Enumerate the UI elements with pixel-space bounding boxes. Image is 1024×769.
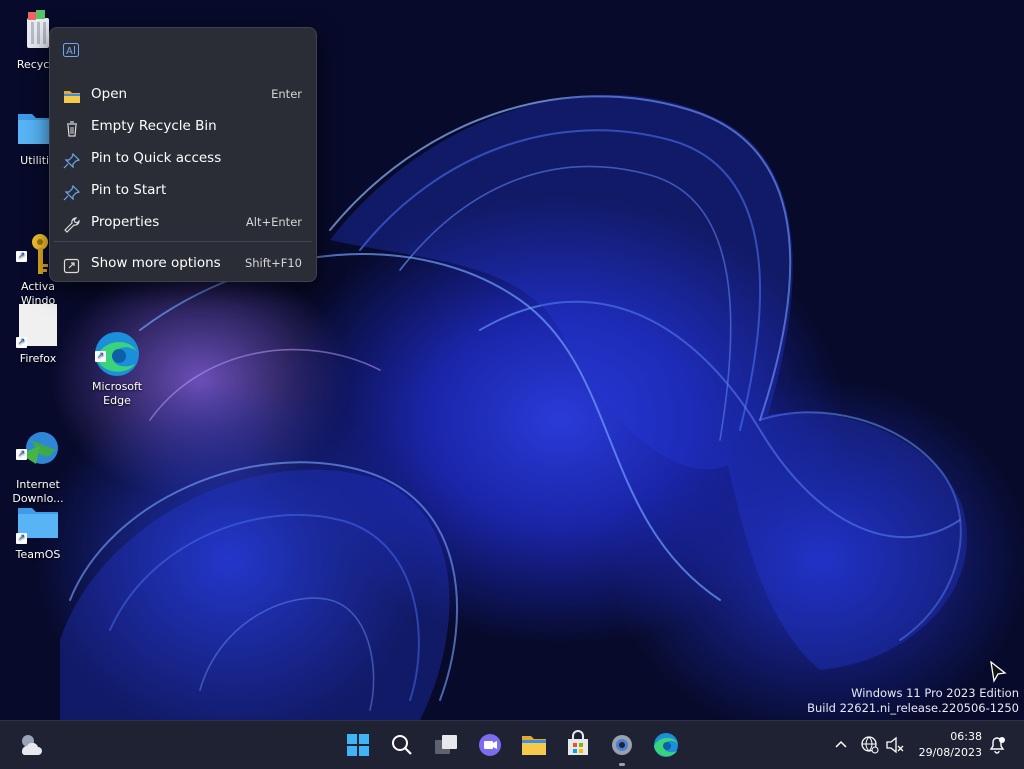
taskbar-clock[interactable]: 06:38 29/08/2023 (919, 729, 982, 761)
gear-icon (612, 735, 632, 755)
volume-muted-icon (886, 736, 904, 754)
microsoft-store-button[interactable] (562, 729, 594, 761)
rename-icon[interactable]: A (63, 42, 79, 57)
desktop-icon-label: Firefox (19, 352, 57, 365)
folder-icon: ↗ (14, 498, 62, 546)
notification-center-button[interactable] (986, 734, 1008, 756)
context-menu-item-pin-start[interactable]: Pin to Start (54, 175, 312, 205)
context-menu-item-empty-recycle-bin[interactable]: Empty Recycle Bin (54, 111, 312, 141)
desktop-icon-microsoft-edge[interactable]: ↗ Microsoft Edge (79, 302, 155, 408)
context-menu-separator (54, 241, 312, 242)
task-view-button[interactable] (430, 729, 462, 761)
firefox-icon: ↗ (14, 302, 62, 350)
expand-icon (63, 255, 81, 274)
chat-icon (479, 734, 501, 756)
edge-taskbar-button[interactable] (650, 729, 682, 761)
bell-icon (989, 737, 1005, 754)
desktop-icon-internet-download-manager[interactable]: ↗ Internet Downlo... (0, 400, 76, 506)
desktop-icon-firefox[interactable]: ↗ Firefox (0, 302, 76, 366)
taskbar: 06:38 29/08/2023 (0, 720, 1024, 769)
clock-date: 29/08/2023 (918, 746, 982, 759)
pin-icon (63, 182, 81, 201)
context-menu-item-pin-quick-access[interactable]: Pin to Quick access (54, 143, 312, 173)
search-button[interactable] (386, 729, 418, 761)
file-explorer-icon (522, 736, 546, 755)
teams-chat-button[interactable] (474, 729, 506, 761)
context-menu-item-show-more-options[interactable]: Show more options Shift+F10 (54, 248, 312, 278)
shortcut-arrow-icon: ↗ (95, 351, 106, 362)
desktop-icon-label: Microsoft Edge (91, 380, 143, 407)
desktop-icon-label: TeamOS (15, 548, 61, 561)
shortcut-arrow-icon: ↗ (16, 449, 27, 460)
clock-time: 06:38 (950, 730, 982, 743)
watermark-edition: Windows 11 Pro 2023 Edition (851, 686, 1019, 700)
svg-text:A: A (66, 46, 73, 57)
wrench-icon (63, 214, 81, 233)
context-menu: A Open Enter Empty Recycle Bin Pin to Qu… (49, 27, 317, 282)
running-indicator (619, 763, 625, 766)
pin-icon (63, 150, 81, 169)
task-view-icon (435, 735, 457, 754)
windows-build-watermark: Windows 11 Pro 2023 Edition Build 22621.… (807, 686, 1019, 716)
tray-overflow-chevron[interactable] (832, 735, 850, 755)
shortcut-arrow-icon: ↗ (16, 533, 27, 544)
context-menu-item-properties[interactable]: Properties Alt+Enter (54, 207, 312, 237)
chevron-up-icon (835, 740, 847, 748)
context-menu-quick-actions: A (50, 28, 316, 74)
weather-widget[interactable] (16, 729, 48, 761)
search-icon (392, 735, 412, 755)
mouse-cursor-icon (989, 660, 1007, 687)
network-status[interactable] (860, 735, 880, 755)
edge-icon (654, 733, 678, 757)
start-button[interactable] (342, 729, 374, 761)
desktop-icon-teamos[interactable]: ↗ TeamOS (0, 498, 76, 562)
trash-icon (63, 118, 81, 137)
volume-status[interactable] (885, 735, 905, 755)
shortcut-arrow-icon: ↗ (16, 251, 27, 262)
shortcut-arrow-icon: ↗ (16, 337, 27, 348)
settings-button[interactable] (606, 729, 638, 766)
cloud-moon-icon (21, 735, 42, 755)
context-menu-item-open[interactable]: Open Enter (54, 79, 312, 109)
globe-download-icon: ↗ (14, 414, 62, 464)
store-icon (568, 730, 588, 755)
windows-logo-icon (347, 734, 369, 756)
globe-icon (861, 736, 879, 754)
folder-icon (63, 86, 81, 103)
edge-icon: ↗ (93, 316, 141, 376)
watermark-build: Build 22621.ni_release.220506-1250 (807, 701, 1019, 715)
file-explorer-button[interactable] (518, 729, 550, 761)
